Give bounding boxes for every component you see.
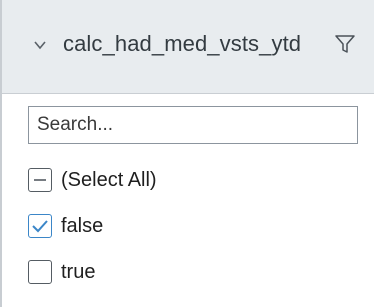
field-name: calc_had_med_vsts_ytd	[63, 31, 302, 56]
option-label: true	[61, 260, 96, 283]
checkmark-icon	[32, 220, 48, 233]
filter-header[interactable]: calc_had_med_vsts_ytd	[2, 0, 374, 94]
option-true[interactable]: true	[28, 258, 95, 286]
false-checkbox[interactable]	[28, 214, 52, 238]
indeterminate-icon	[34, 179, 46, 181]
option-label: false	[61, 214, 104, 237]
filter-icon[interactable]	[334, 33, 356, 55]
select-all-checkbox[interactable]	[28, 168, 52, 192]
search-input[interactable]	[28, 106, 358, 144]
filter-panel: calc_had_med_vsts_ytd (Select All) false…	[0, 0, 374, 307]
true-checkbox[interactable]	[28, 260, 52, 284]
option-select-all[interactable]: (Select All)	[28, 166, 157, 194]
chevron-down-icon[interactable]	[33, 38, 47, 52]
option-false[interactable]: false	[28, 212, 103, 240]
option-label: (Select All)	[61, 168, 157, 191]
